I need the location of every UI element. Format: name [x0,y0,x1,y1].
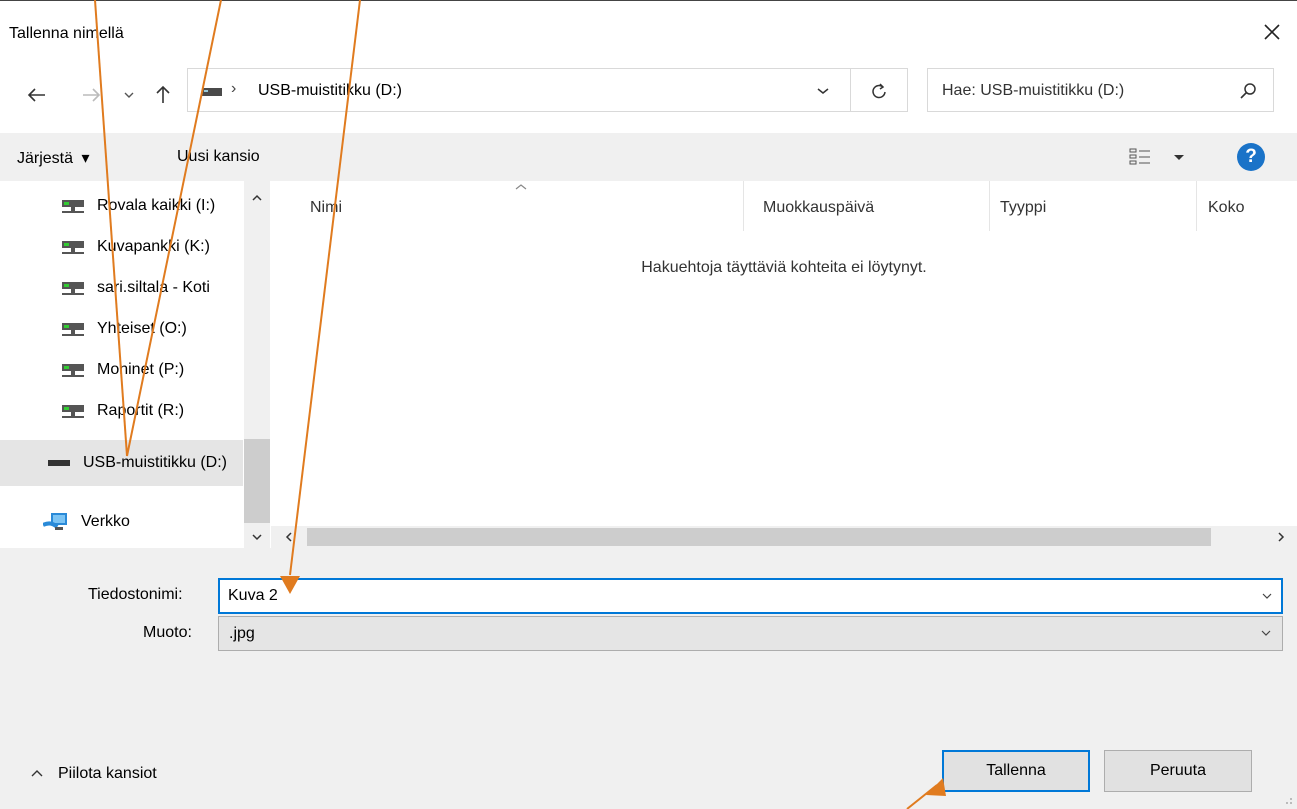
sidebar-item-raportit[interactable]: Raportit (R:) [0,391,243,431]
title-bar: Tallenna nimellä [0,0,1297,68]
search-placeholder: Hae: USB-muistitikku (D:) [942,82,1125,99]
file-list: Nimi Muokkauspäivä Tyyppi Koko Hakuehtoj… [271,181,1297,526]
organize-label: Järjestä [17,150,74,167]
search-input[interactable]: Hae: USB-muistitikku (D:) [927,68,1274,112]
usb-drive-icon [202,88,222,96]
sidebar-item-kuvapankki[interactable]: Kuvapankki (K:) [0,227,243,267]
network-drive-icon [62,405,84,418]
save-form: Tiedostonimi: Kuva 2 Muoto: .jpg Piilota… [0,548,1297,809]
refresh-icon[interactable] [864,77,894,105]
network-icon [43,513,67,530]
hide-folders-label: Piilota kansiot [58,765,157,782]
sidebar-item-label: sari.siltala - Koti [97,279,210,296]
network-drive-icon [62,200,84,213]
filename-field[interactable]: Kuva 2 [218,578,1283,614]
file-type-chevron-down-icon[interactable] [1256,623,1276,643]
address-divider [850,69,851,111]
sidebar-item-moninet[interactable]: Moninet (P:) [0,350,243,390]
address-bar[interactable]: › USB-muistitikku (D:) [187,68,908,112]
column-header-modified[interactable]: Muokkauspäivä [763,199,874,217]
file-list-horizontal-scrollbar[interactable] [271,526,1297,548]
sidebar-item-label: Verkko [81,513,130,530]
organize-menu-button[interactable]: Järjestä ▾ [17,148,90,168]
new-folder-button[interactable]: Uusi kansio [177,148,260,166]
filename-history-chevron-down-icon[interactable] [1257,586,1277,606]
usb-drive-icon [48,460,70,466]
sidebar-item-label: USB-muistitikku (D:) [83,454,228,471]
scroll-down-icon[interactable] [244,529,270,545]
navigation-scrollbar[interactable] [244,181,270,548]
scroll-right-icon[interactable] [1271,527,1291,547]
sidebar-item-verkko[interactable]: Verkko [0,502,243,542]
filename-value[interactable]: Kuva 2 [228,587,278,605]
file-type-value: .jpg [229,625,255,642]
column-header-size[interactable]: Koko [1208,199,1244,217]
sidebar-item-rovala-kaikki[interactable]: Rovala kaikki (I:) [0,186,243,226]
network-drive-icon [62,241,84,254]
file-type-label: Muoto: [143,624,192,641]
close-icon[interactable] [1259,19,1285,45]
sidebar-item-label: Moninet (P:) [97,361,185,378]
caret-down-icon: ▾ [81,150,90,167]
network-drive-icon [62,282,84,295]
column-divider[interactable] [743,181,744,231]
breadcrumb-current-location[interactable]: USB-muistitikku (D:) [258,82,402,100]
command-toolbar: Järjestä ▾ Uusi kansio ? [0,133,1297,181]
resize-grip-icon[interactable] [1281,793,1293,805]
scrollbar-thumb[interactable] [307,528,1211,546]
scrollbar-thumb[interactable] [244,439,270,523]
file-type-select[interactable]: .jpg [218,616,1283,651]
sidebar-item-usb-muistitikku[interactable]: USB-muistitikku (D:) [0,440,243,486]
up-arrow-icon[interactable] [148,80,178,110]
filename-label: Tiedostonimi: [88,586,183,603]
view-options-icon[interactable] [1128,145,1192,169]
sort-ascending-icon [515,184,527,190]
forward-arrow-icon[interactable] [76,80,106,110]
sidebar-item-yhteiset[interactable]: Yhteiset (O:) [0,309,243,349]
sidebar-item-koti[interactable]: sari.siltala - Koti [0,268,243,308]
sidebar-item-label: Rovala kaikki (I:) [97,197,216,214]
network-drive-icon [62,364,84,377]
breadcrumb-separator: › [231,80,237,97]
recent-locations-chevron-down-icon[interactable] [114,80,144,110]
dialog-title: Tallenna nimellä [9,25,124,42]
column-divider[interactable] [1196,181,1197,231]
empty-list-message: Hakuehtoja täyttäviä kohteita ei löytyny… [641,259,927,276]
sidebar-item-label: Kuvapankki (K:) [97,238,210,255]
scroll-left-icon[interactable] [279,527,299,547]
search-icon[interactable] [1237,80,1259,102]
back-arrow-icon[interactable] [22,80,52,110]
sidebar-item-label: Raportit (R:) [97,402,185,419]
column-header-type[interactable]: Tyyppi [1000,199,1046,217]
address-history-chevron-down-icon[interactable] [808,79,838,103]
scroll-up-icon[interactable] [244,188,270,208]
column-header-name[interactable]: Nimi [310,199,342,217]
chevron-up-icon [31,770,43,777]
network-drive-icon [62,323,84,336]
navigation-pane: Rovala kaikki (I:) Kuvapankki (K:) sari.… [0,181,270,548]
cancel-button[interactable]: Peruuta [1104,750,1252,792]
save-button[interactable]: Tallenna [942,750,1090,792]
help-icon[interactable]: ? [1237,143,1265,171]
sidebar-item-label: Yhteiset (O:) [97,320,187,337]
column-divider[interactable] [989,181,990,231]
